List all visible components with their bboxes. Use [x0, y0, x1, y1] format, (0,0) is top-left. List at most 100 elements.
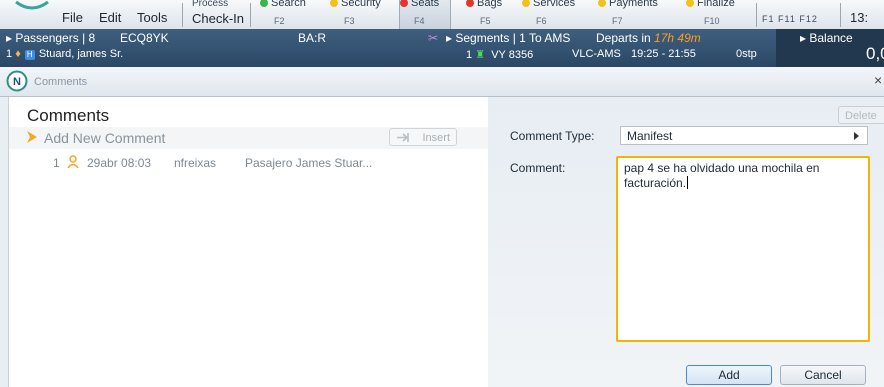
segments-label: Segments | 1: [455, 31, 526, 45]
dialog-title: Comments: [34, 76, 88, 88]
tab-label: Seats: [411, 0, 440, 9]
tab-security[interactable]: Security F3: [330, 0, 394, 29]
status-dot-icon: [400, 0, 408, 8]
delete-button[interactable]: Delete: [838, 106, 884, 124]
comment-index: 1: [53, 156, 60, 170]
fkey-label: F4: [414, 16, 425, 26]
tab-label: Security: [341, 0, 381, 9]
fkey-label: F5: [480, 16, 491, 26]
list-item[interactable]: 1 29abr 08:03 nfreixas Pasajero James St…: [9, 155, 489, 173]
comment-user: nfreixas: [174, 156, 217, 170]
cancel-button[interactable]: Cancel: [780, 365, 866, 385]
text-cursor: [687, 176, 689, 189]
comment-type-select[interactable]: Manifest: [620, 126, 868, 145]
tab-label: Payments: [609, 0, 658, 9]
chevron-right-icon: [854, 132, 859, 140]
departs-label: Departs in: [596, 31, 651, 45]
status-dot-icon: [598, 0, 606, 8]
tab-label: Finalize: [697, 0, 735, 9]
app-n-logo-icon: N: [6, 70, 28, 92]
app-logo-icon: [15, 0, 49, 10]
clock: 13:: [850, 10, 869, 25]
tab-bags[interactable]: Bags F5: [466, 0, 516, 29]
tab-label: Search: [271, 0, 306, 9]
tab-finalize[interactable]: Finalize F10: [686, 0, 748, 29]
person-icon: [67, 155, 79, 169]
comment-type-label: Comment Type:: [510, 129, 595, 143]
person-icon: ♦: [15, 48, 21, 60]
status-dot-icon: [466, 0, 474, 8]
status-dot-icon: [330, 0, 338, 8]
balance-expander[interactable]: ▸ Balance: [800, 31, 853, 45]
menu-tools[interactable]: Tools: [137, 10, 167, 25]
fkey-label: F10: [704, 16, 720, 26]
comments-heading: Comments: [27, 106, 110, 125]
separator: [182, 3, 183, 27]
balance-label: Balance: [809, 31, 853, 45]
tab-search[interactable]: Search F2: [260, 0, 318, 29]
add-new-comment-label: Add New Comment: [44, 130, 166, 146]
menu-bar: File Edit Tools Process Check-In Search …: [0, 0, 884, 30]
fkey-label: F7: [612, 16, 623, 26]
status-dot-icon: [260, 0, 268, 8]
segments-expander[interactable]: ▸ Segments | 1 To AMS: [446, 31, 570, 45]
add-button[interactable]: Add: [686, 365, 772, 385]
add-new-comment-row[interactable]: Add New Comment Insert: [9, 127, 489, 149]
booking-info-bar: ▸ Passengers | 8 ECQ8YK BA:R 1 ♦ H Stuard,…: [0, 29, 884, 67]
flight-number: VY 8356: [491, 49, 534, 61]
tab-label: Services: [533, 0, 576, 9]
tab-seats[interactable]: Seats F4: [399, 0, 451, 30]
svg-text:N: N: [13, 76, 21, 88]
process-label: Process: [192, 0, 229, 9]
stops: 0stp: [736, 48, 757, 60]
fkey-label: F6: [536, 16, 547, 26]
balance-panel: ▸ Balance 0,0: [776, 29, 884, 67]
segments-dest: To AMS: [528, 31, 571, 45]
comment-text: pap 4 se ha olvidado una mochila en fact…: [624, 161, 820, 190]
chevron-right-icon: [27, 131, 37, 143]
comment-preview: Pasajero James Stuar...: [245, 156, 373, 170]
route: VLC-AMS: [572, 48, 621, 60]
insert-icon: [397, 133, 409, 142]
comment-label: Comment:: [510, 161, 566, 175]
departs-time: 17h 49m: [654, 31, 701, 45]
close-icon[interactable]: ×: [874, 72, 882, 88]
function-keys[interactable]: F1 F11 F12: [762, 14, 818, 24]
status-dot-icon: [686, 0, 694, 8]
status-dot-icon: [522, 0, 530, 8]
separator: [250, 3, 251, 27]
segment-index: 1: [466, 49, 473, 61]
passenger-index: 1: [6, 48, 13, 60]
balance-value: 0,0: [866, 44, 884, 63]
h-badge-icon: H: [24, 50, 35, 60]
passengers-label: Passengers | 8: [15, 31, 96, 45]
record-locator: ECQ8YK: [120, 31, 169, 45]
departs-info: Departs in 17h 49m: [596, 31, 701, 45]
passenger-name: Stuard, james Sr.: [38, 48, 124, 60]
comments-list-pane: Comments Add New Comment Insert 1 29abr …: [8, 97, 503, 387]
insert-label: Insert: [422, 132, 450, 144]
segments-icon: ✂: [428, 31, 439, 45]
tab-payments[interactable]: Payments F7: [598, 0, 670, 29]
tab-label: Bags: [477, 0, 503, 9]
fkey-label: F3: [344, 16, 355, 26]
comment-textarea[interactable]: pap 4 se ha olvidado una mochila en fact…: [616, 156, 870, 342]
insert-button[interactable]: Insert: [389, 128, 457, 146]
comment-type-value: Manifest: [627, 129, 673, 143]
menu-edit[interactable]: Edit: [99, 10, 121, 25]
seat-icon: ♜: [475, 49, 486, 61]
separator: [840, 3, 841, 27]
dialog-title-bar: N Comments ×: [0, 67, 884, 97]
checkin-label[interactable]: Check-In: [192, 11, 244, 26]
menu-file[interactable]: File: [62, 10, 83, 25]
fkey-label: F2: [274, 16, 285, 26]
separator: [756, 3, 757, 27]
passengers-expander[interactable]: ▸ Passengers | 8: [6, 31, 95, 45]
passenger-row[interactable]: 1 ♦ H Stuard, james Sr.: [6, 48, 123, 60]
tab-services[interactable]: Services F6: [522, 0, 586, 29]
comment-date: 29abr 08:03: [87, 156, 152, 170]
comment-editor-pane: Delete Comment Type: Manifest Comment: p…: [488, 97, 884, 387]
ba-label: BA:R: [298, 31, 327, 45]
segment-row[interactable]: 1 ♜ VY 8356: [466, 48, 533, 61]
flight-times: 19:25 - 21:55: [631, 48, 696, 60]
